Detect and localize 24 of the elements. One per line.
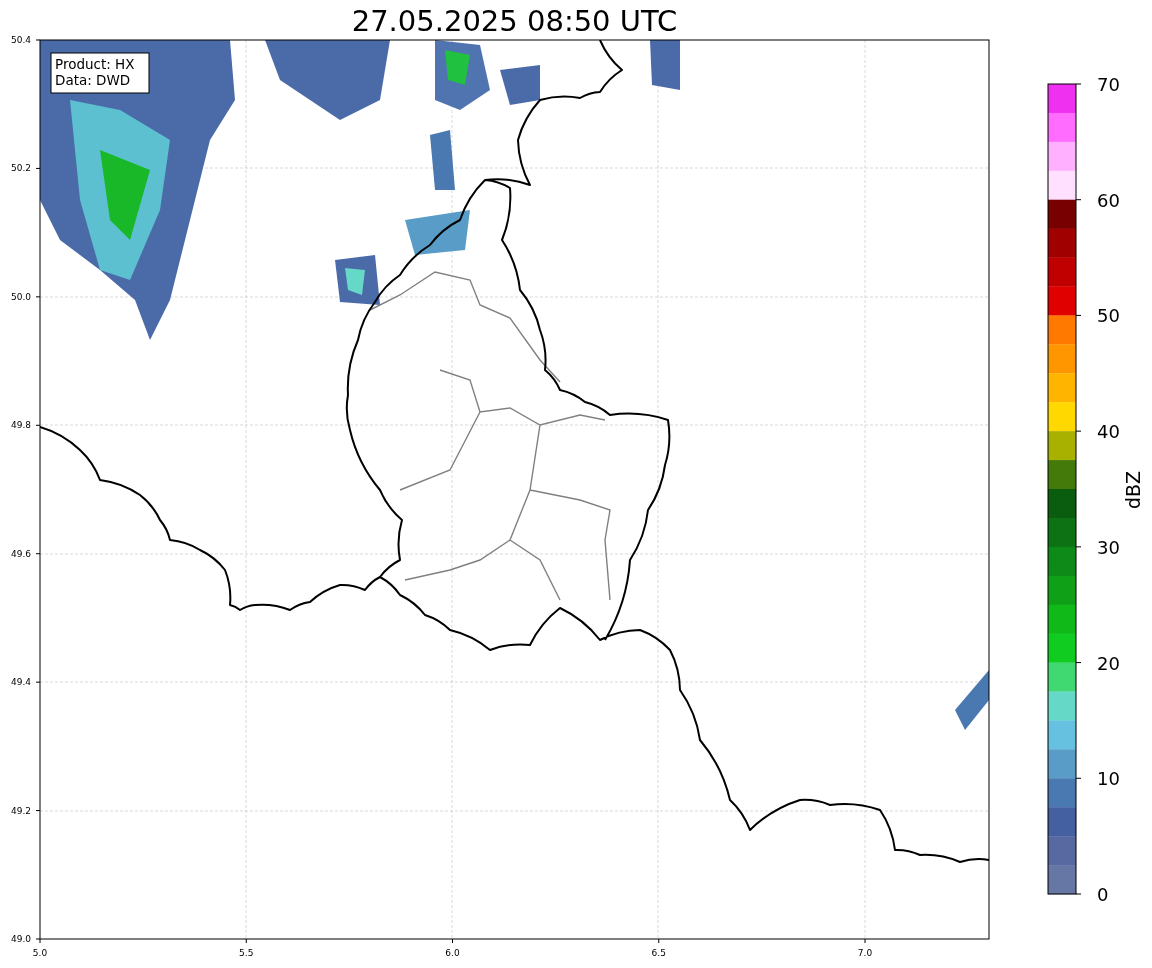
scale-tick-label: 50 bbox=[1097, 305, 1120, 327]
annotation-box: Product: HX Data: DWD bbox=[50, 52, 150, 94]
axis-tick-label: 7.0 bbox=[857, 948, 873, 958]
axis-tick-label: 50.0 bbox=[10, 291, 31, 302]
scale-tick-label: 60 bbox=[1097, 189, 1120, 211]
axis-tick-label: 5.5 bbox=[239, 948, 254, 958]
axis-tick-label: 50.2 bbox=[10, 163, 31, 174]
axis-tick-label: 6.5 bbox=[651, 948, 666, 958]
scale-tick-label: 40 bbox=[1097, 421, 1120, 443]
scale-tick-label: 20 bbox=[1097, 652, 1120, 674]
axis-tick-label: 49.8 bbox=[10, 420, 31, 431]
axis-tick-label: 49.2 bbox=[10, 805, 31, 816]
scale-axis-label: dBZ bbox=[1122, 470, 1144, 510]
axis-tick-label: 6.0 bbox=[445, 948, 460, 958]
axis-tick-label: 5.0 bbox=[32, 948, 48, 958]
scale-tick-label: 30 bbox=[1097, 536, 1120, 558]
chart-title: 27.05.2025 08:50 UTC bbox=[351, 4, 678, 38]
axis-tick-label: 49.4 bbox=[10, 677, 31, 688]
axis-tick-label: 49.6 bbox=[10, 548, 31, 559]
scale-tick-label: 0 bbox=[1097, 884, 1109, 905]
scale-tick-label: 10 bbox=[1097, 768, 1120, 790]
scale-tick-label: 70 bbox=[1097, 74, 1120, 95]
axis-tick-label: 49.0 bbox=[10, 934, 31, 944]
axis-tick-label: 50.4 bbox=[10, 35, 31, 45]
